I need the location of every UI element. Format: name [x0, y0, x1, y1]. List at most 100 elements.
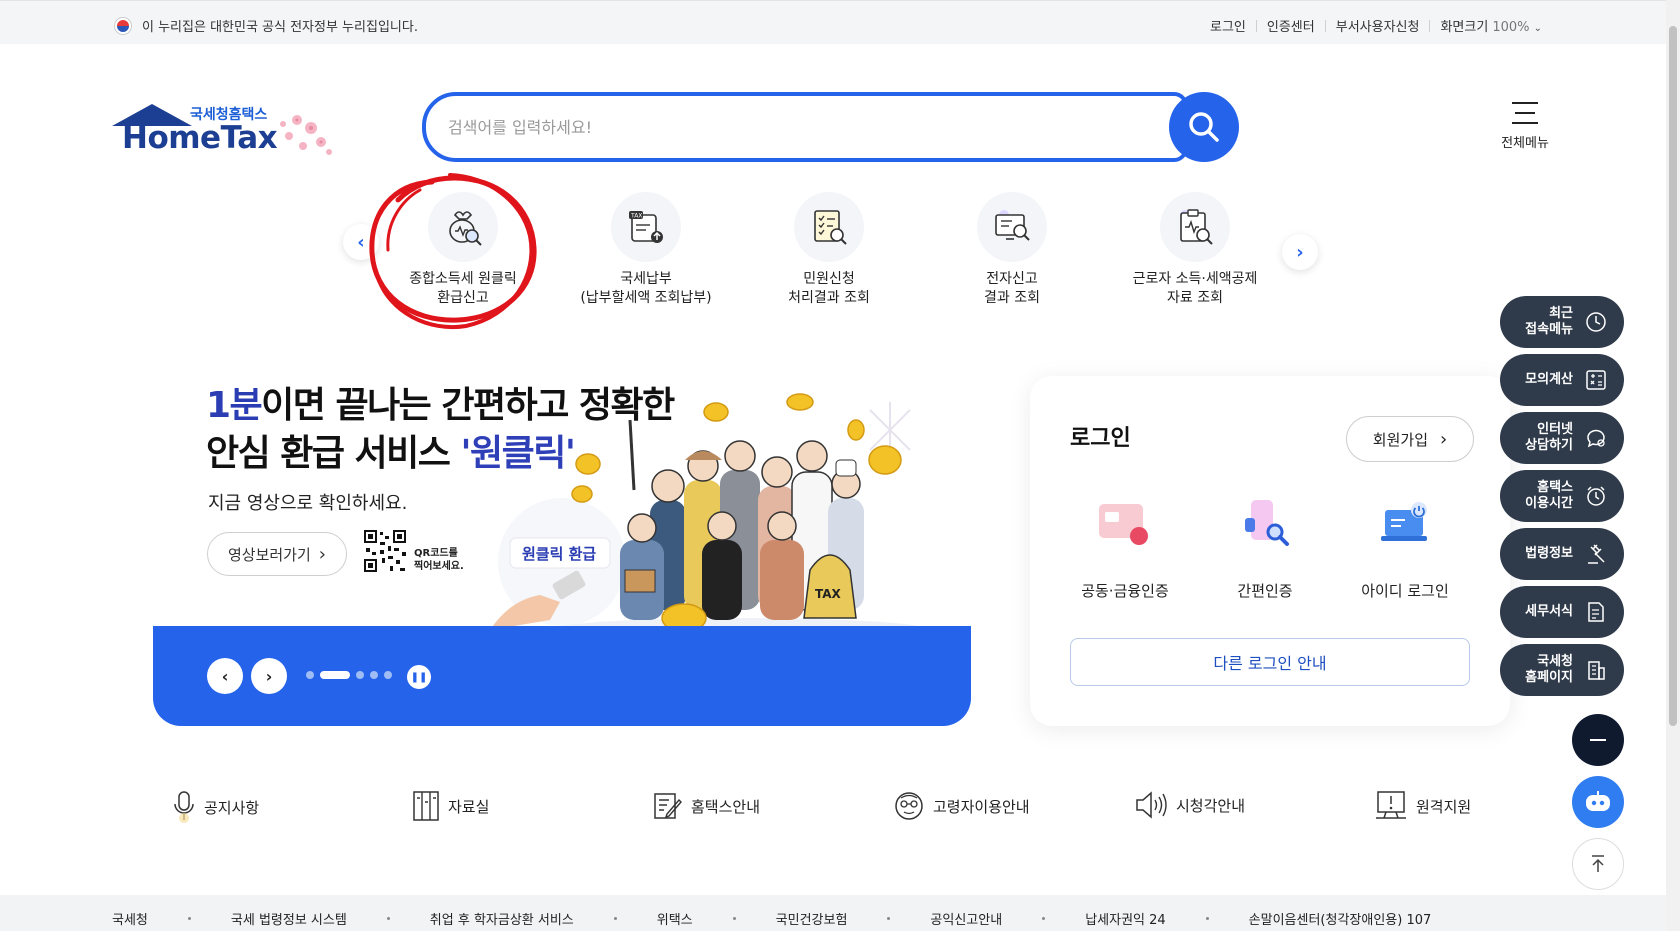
floating-recent-menu[interactable]: 최근 접속메뉴: [1500, 296, 1624, 348]
login-option-id[interactable]: 아이디 로그인: [1340, 496, 1470, 601]
login-option-label: 간편인증: [1237, 582, 1293, 600]
banner-pause-button[interactable]: ❚❚: [407, 665, 431, 689]
footer-link[interactable]: 국세청: [112, 909, 148, 928]
dept-user-link[interactable]: 부서사용자신청: [1336, 16, 1420, 35]
bottom-link-archive[interactable]: 자료실: [412, 790, 489, 822]
floating-service-hours[interactable]: 홈택스 이용시간: [1500, 470, 1624, 522]
footer-link[interactable]: 국세 법령정보 시스템: [231, 909, 347, 928]
phone-search-icon: [1245, 500, 1289, 546]
other-login-guide-button[interactable]: 다른 로그인 안내: [1070, 638, 1470, 686]
floating-tax-forms[interactable]: 세무서식: [1500, 586, 1624, 638]
monitor-search-icon: [977, 192, 1047, 262]
floating-online-consult[interactable]: 인터넷 상담하기: [1500, 412, 1624, 464]
pause-icon: ❚❚: [410, 671, 428, 683]
search-input[interactable]: [448, 112, 1088, 142]
gov-notice-bar: 이 누리집은 대한민국 공식 전자정부 누리집입니다. 로그인 인증센터 부서사…: [0, 0, 1666, 44]
floating-label: 세무서식: [1525, 604, 1573, 619]
hometax-logo[interactable]: 국세청홈택스 HomeTax: [112, 100, 362, 170]
bottom-link-remote-support[interactable]: 원격지원: [1374, 790, 1471, 822]
bottom-link-label: 자료실: [448, 797, 490, 816]
divider: [887, 917, 891, 920]
pagination-dot[interactable]: [306, 671, 314, 679]
login-option-simple[interactable]: 간편인증: [1200, 496, 1330, 601]
footer-link[interactable]: 국민건강보험: [776, 909, 848, 928]
quick-item-label: 국세납부 (납부할세액 조회납부): [580, 271, 712, 306]
pagination-dot[interactable]: [370, 671, 378, 679]
quick-item-e-filing-result[interactable]: 전자신고 결과 조회: [932, 192, 1092, 308]
quick-next-button[interactable]: ›: [1282, 234, 1318, 270]
login-option-cert[interactable]: 공동·금융인증: [1060, 496, 1190, 601]
bottom-link-label: 원격지원: [1416, 797, 1472, 816]
all-menu-button[interactable]: 전체메뉴: [1490, 102, 1560, 158]
annotation-circle: [369, 173, 537, 330]
related-sites-footer: 국세청 국세 법령정보 시스템 취업 후 학자금상환 서비스 위택스 국민건강보…: [0, 895, 1666, 931]
watch-video-label: 영상보러가기: [227, 545, 311, 564]
quick-item-label: 민원신청 처리결과 조회: [788, 271, 870, 306]
signup-button[interactable]: 회원가입 ›: [1346, 416, 1474, 462]
zoom-value: 100%: [1492, 20, 1530, 35]
search-button[interactable]: [1169, 92, 1239, 162]
svg-text:TAX: TAX: [630, 213, 642, 220]
footer-link[interactable]: 손말이음센터(청각장애인용) 107: [1249, 909, 1432, 928]
bottom-link-label: 시청각안내: [1176, 796, 1246, 815]
scrollbar-thumb[interactable]: [1669, 26, 1677, 726]
clipboard-search-icon: [1160, 192, 1230, 262]
floating-law-info[interactable]: 법령정보: [1500, 528, 1624, 580]
quick-item-worker-deduction[interactable]: 근로자 소득·세액공제 자료 조회: [1115, 192, 1275, 308]
monitor-alert-icon: [1376, 791, 1406, 819]
floating-label: 인터넷 상담하기: [1525, 422, 1573, 453]
chatbot-button[interactable]: [1572, 776, 1624, 828]
banner-prev-button[interactable]: ‹: [207, 658, 243, 694]
pagination-dot[interactable]: [356, 671, 364, 679]
banner-subtitle: 지금 영상으로 확인하세요.: [208, 493, 408, 514]
zoom-control[interactable]: 화면크기 100% ⌄: [1440, 16, 1542, 35]
divider: [1255, 19, 1257, 32]
form-icon: [1588, 602, 1604, 622]
login-link[interactable]: 로그인: [1210, 16, 1246, 35]
quick-item-tax-payment[interactable]: TAX 국세납부 (납부할세액 조회납부): [566, 192, 726, 308]
floating-mock-calc[interactable]: 모의계산: [1500, 354, 1624, 406]
bottom-link-notice[interactable]: 공지사항: [172, 790, 259, 824]
divider: [1324, 19, 1326, 32]
search-icon: [1189, 112, 1219, 142]
scroll-top-button[interactable]: [1572, 838, 1624, 890]
watch-video-button[interactable]: 영상보러가기 ›: [207, 532, 347, 576]
floating-label: 모의계산: [1525, 372, 1573, 387]
banner-control-bar: ‹ › ❚❚: [153, 626, 971, 726]
qr-code-icon: [362, 528, 408, 574]
logo-wordmark: HomeTax: [122, 120, 278, 156]
divider: [613, 917, 617, 920]
pagination-dot[interactable]: [384, 671, 392, 679]
building-icon: [1588, 661, 1605, 680]
footer-link[interactable]: 공익신고안내: [930, 909, 1002, 928]
quick-item-civil-petition[interactable]: 민원신청 처리결과 조회: [749, 192, 909, 308]
calculator-icon: [1586, 370, 1606, 390]
chevron-right-icon: ›: [1296, 241, 1304, 263]
footer-link[interactable]: 위택스: [657, 909, 693, 928]
alarm-icon: [1587, 486, 1605, 506]
collapse-floating-button[interactable]: [1572, 714, 1624, 766]
footer-link[interactable]: 납세자권익 24: [1085, 909, 1165, 928]
tax-document-upload-icon: TAX: [611, 192, 681, 262]
footer-link[interactable]: 취업 후 학자금상환 서비스: [430, 909, 574, 928]
bottom-link-label: 홈택스안내: [691, 797, 761, 816]
laptop-power-icon: [1381, 502, 1427, 541]
bottom-link-hometax-guide[interactable]: 홈택스안내: [653, 790, 760, 822]
cert-center-link[interactable]: 인증센터: [1267, 16, 1315, 35]
checklist-search-icon: [794, 192, 864, 262]
floating-nts-homepage[interactable]: 국세청 홈페이지: [1500, 644, 1624, 696]
korea-flag-icon: [115, 18, 131, 34]
bottom-link-elderly-guide[interactable]: 고령자이용안내: [893, 790, 1030, 822]
scrollbar[interactable]: [1666, 0, 1680, 931]
login-panel: 로그인 회원가입 › 공동·금융인증 간편인증 아이디 로그인 다른 로그인 안…: [1030, 376, 1510, 726]
banner-next-button[interactable]: ›: [251, 658, 287, 694]
bottom-link-audiovisual[interactable]: 시청각안내: [1134, 790, 1245, 820]
bottom-link-label: 고령자이용안내: [933, 797, 1030, 816]
floating-label: 법령정보: [1525, 546, 1573, 561]
elderly-face-icon: [895, 792, 923, 820]
pagination-dot-active[interactable]: [320, 671, 350, 679]
chevron-left-icon: ‹: [221, 666, 229, 686]
chevron-right-icon: ›: [318, 543, 326, 565]
hamburger-icon: [1512, 102, 1538, 124]
quick-item-label: 전자신고 결과 조회: [984, 271, 1040, 306]
